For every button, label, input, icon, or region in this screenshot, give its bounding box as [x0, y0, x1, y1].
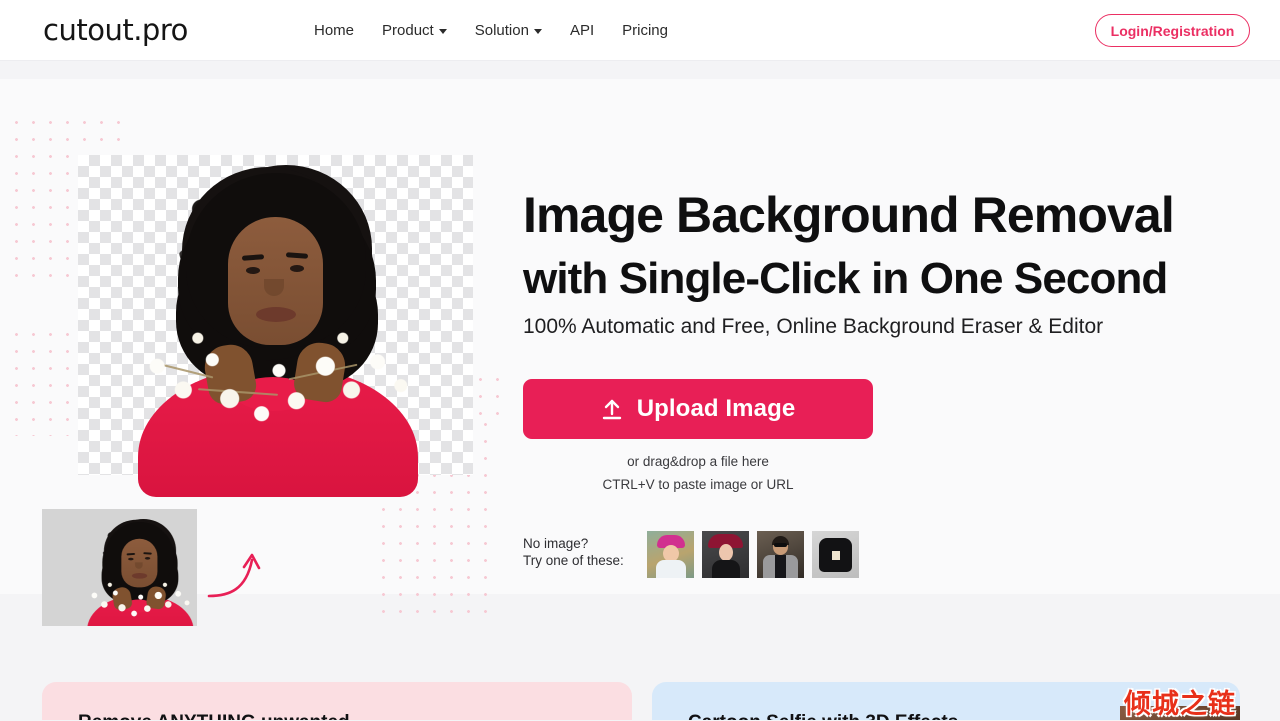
upload-button-label: Upload Image	[636, 395, 796, 422]
sample-images-label: No image? Try one of these:	[523, 531, 647, 569]
nav-item-api[interactable]: API	[556, 21, 608, 40]
thumb-shirt-print	[832, 551, 840, 560]
sample-thumbnail-woman-red-hat[interactable]	[702, 531, 749, 578]
chevron-down-icon	[533, 29, 542, 34]
result-image-transparent	[78, 155, 473, 497]
thumb-sunglasses	[774, 543, 787, 547]
nav-label: Solution	[474, 22, 529, 39]
paste-hint: CTRL+V to paste image or URL	[602, 477, 794, 492]
nav-label: Product	[382, 22, 434, 39]
thumb-shirt	[775, 555, 786, 578]
nav-label: Home	[314, 22, 355, 39]
nav-label: API	[569, 22, 595, 39]
login-registration-button[interactable]: Login/Registration	[1095, 14, 1250, 47]
feature-card-title: Remove ANYTHING unwanted -	[78, 712, 361, 720]
white-flowers	[85, 579, 196, 621]
logo[interactable]: cutout.pro	[43, 14, 188, 46]
portrait-lips	[256, 307, 296, 322]
sample-thumbnail-man-sunglasses[interactable]	[757, 531, 804, 578]
title-line-1: Image Background Removal	[523, 187, 1175, 243]
white-flowers	[134, 323, 424, 431]
feature-card-title: Cartoon Selfie with 3D Effects	[688, 712, 958, 720]
thumb-body	[712, 560, 740, 578]
nav-item-pricing[interactable]: Pricing	[608, 21, 682, 40]
upload-image-button[interactable]: Upload Image	[523, 379, 873, 439]
feature-cards-section: Remove ANYTHING unwanted - Cartoon Selfi…	[0, 662, 1280, 720]
portrait-illustration	[78, 155, 473, 497]
portrait-eye	[128, 557, 134, 561]
curved-up-arrow-icon	[207, 553, 261, 598]
drag-drop-hint: or drag&drop a file here	[627, 454, 769, 469]
main-navigation: Home Product Solution API Pricing	[300, 21, 682, 40]
sample-label-line-2: Try one of these:	[523, 553, 624, 568]
feature-card-remove-unwanted[interactable]: Remove ANYTHING unwanted -	[42, 682, 632, 720]
thumb-body	[656, 560, 686, 578]
nav-label: Pricing	[622, 22, 668, 39]
thumb-face	[719, 544, 733, 561]
portrait-lips	[131, 572, 148, 579]
chevron-down-icon	[438, 29, 447, 34]
nav-item-solution[interactable]: Solution	[461, 21, 556, 40]
sample-images-section: No image? Try one of these:	[523, 531, 859, 578]
page-subtitle: 100% Automatic and Free, Online Backgrou…	[523, 315, 1104, 338]
watermark: 倾城之链	[1124, 689, 1236, 720]
site-header: cutout.pro Home Product Solution API Pri…	[0, 0, 1280, 61]
sample-thumbnail-list	[647, 531, 859, 578]
portrait-eye	[246, 267, 260, 274]
nav-item-product[interactable]: Product	[368, 21, 461, 40]
sample-thumbnail-girl-pink-hat[interactable]	[647, 531, 694, 578]
portrait-eye	[144, 557, 151, 560]
before-portrait-illustration	[64, 515, 196, 626]
portrait-eye	[290, 265, 304, 272]
title-line-2: with Single-Click in One Second	[523, 254, 1168, 303]
before-image-thumbnail[interactable]	[42, 509, 197, 626]
hero-section: Image Background Removal with Single-Cli…	[0, 61, 1280, 662]
sample-thumbnail-black-tshirt[interactable]	[812, 531, 859, 578]
upload-arrow-icon	[602, 399, 621, 419]
page-title: Image Background Removal with Single-Cli…	[523, 183, 1263, 311]
nav-item-home[interactable]: Home	[300, 21, 368, 40]
sample-label-line-1: No image?	[523, 536, 589, 551]
